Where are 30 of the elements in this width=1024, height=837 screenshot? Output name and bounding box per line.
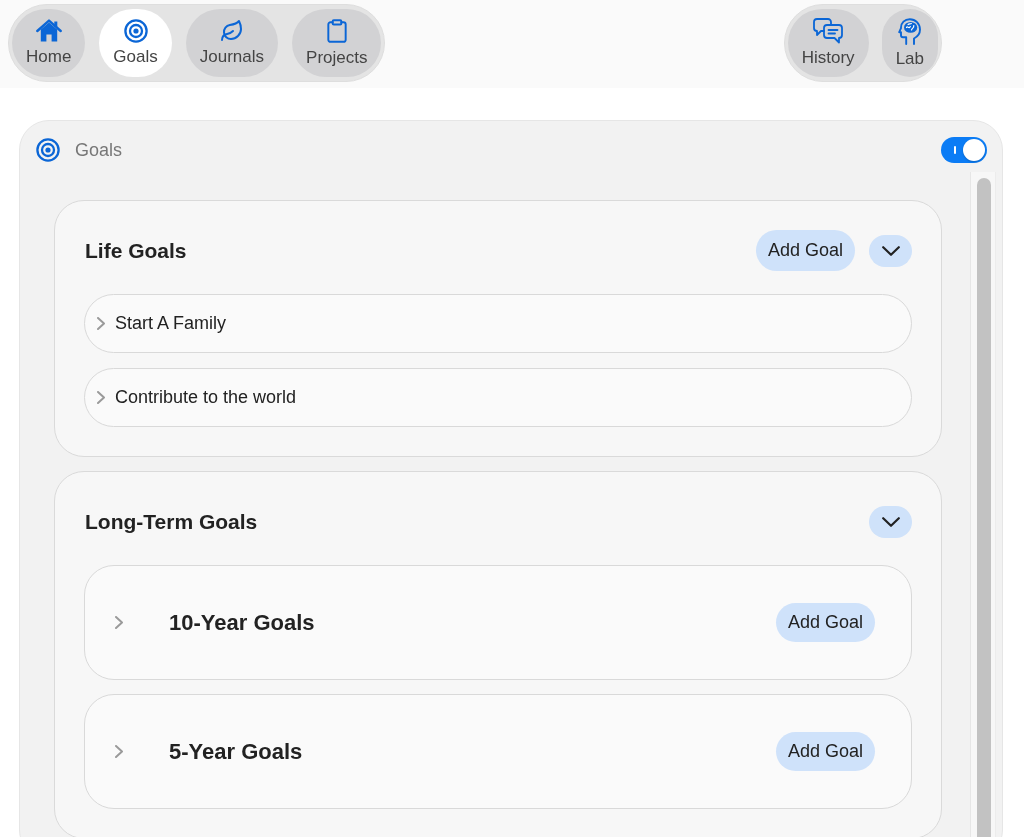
leaf-icon (219, 19, 244, 43)
goal-label: Start A Family (115, 313, 227, 334)
section-title: Life Goals (85, 238, 187, 263)
goal-group-card[interactable]: 5-Year Goals Add Goal (84, 694, 912, 809)
nav-tab[interactable]: Goals (99, 9, 172, 77)
nav-tab[interactable]: History (787, 9, 869, 77)
goal-group-card[interactable]: 10-Year Goals Add Goal (84, 565, 912, 680)
add-goal-button[interactable]: Add Goal (775, 603, 875, 642)
head-brain-icon (897, 17, 922, 45)
goal-group-title: 10-Year Goals (169, 609, 315, 636)
nav-tab[interactable]: Projects (292, 9, 382, 77)
collapse-button[interactable] (869, 505, 912, 538)
house-icon (35, 19, 62, 43)
scrollbar-thumb[interactable] (977, 178, 991, 837)
target-icon (123, 19, 148, 43)
goal-group-title: 5-Year Goals (169, 738, 303, 765)
nav-tab[interactable]: Lab (881, 9, 938, 77)
panel-title: Goals (75, 139, 123, 162)
section-title: Long-Term Goals (85, 509, 258, 534)
collapse-button[interactable] (869, 234, 912, 267)
chat-bubbles-icon (813, 18, 844, 44)
target-icon (36, 138, 60, 162)
nav-tab[interactable]: Home (12, 9, 86, 77)
goal-row[interactable]: Start A Family (84, 294, 912, 353)
add-goal-button[interactable]: Add Goal (755, 230, 855, 271)
goal-row[interactable]: Contribute to the world (84, 368, 912, 427)
toggle-switch[interactable] (941, 137, 987, 163)
goal-label: Contribute to the world (115, 387, 297, 408)
nav-tab[interactable]: Journals (185, 9, 279, 77)
add-goal-button[interactable]: Add Goal (775, 732, 875, 771)
